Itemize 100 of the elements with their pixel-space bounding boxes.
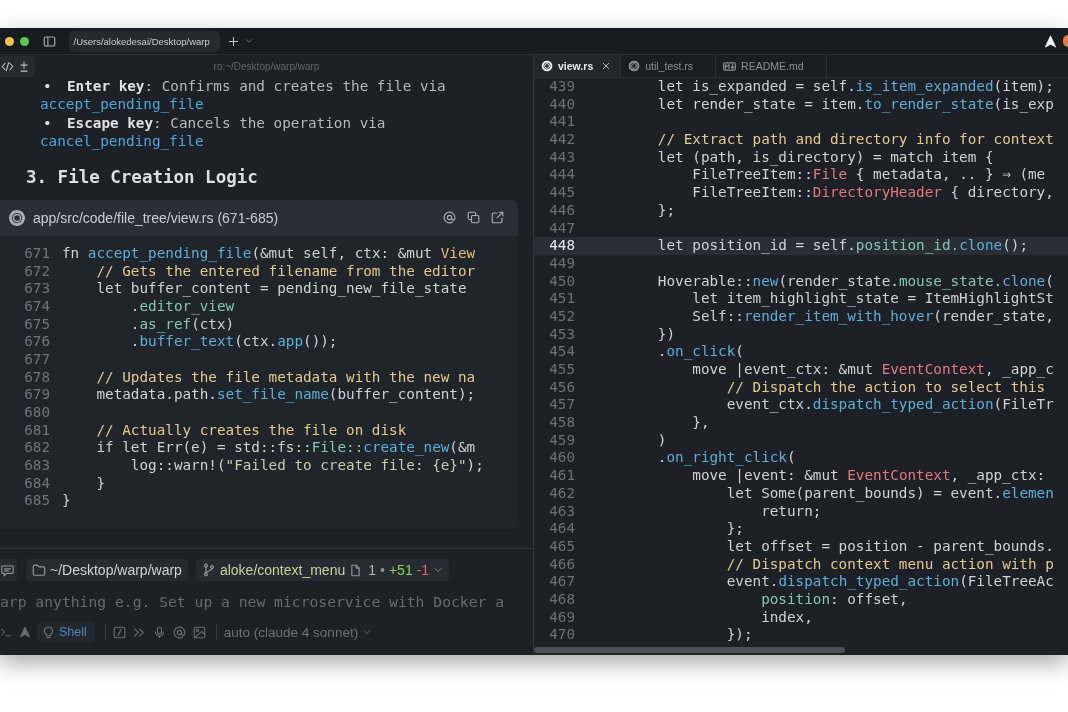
line-number: 450 — [548, 272, 575, 291]
file-path: app/src/code/file_tree/view.rs (671-685) — [33, 209, 279, 226]
line-number: 445 — [548, 184, 575, 202]
line-number: 457 — [548, 396, 575, 415]
line-number: 454 — [548, 343, 575, 361]
code-line: .on_right_click( — [656, 449, 796, 468]
line-number: 451 — [548, 290, 575, 308]
code-line: .buffer_text(ctx.app()); — [129, 333, 338, 351]
code-line: }) — [656, 325, 676, 344]
zoom-icon[interactable] — [19, 36, 29, 46]
sidebar-icon[interactable] — [42, 34, 56, 48]
line-number: 465 — [548, 537, 575, 556]
code-line: let buffer_content = pending_new_file_state — [95, 280, 467, 298]
line-number: 447 — [548, 219, 575, 238]
line-number: 439 — [548, 78, 575, 96]
code-line: // Extract path and directory info for context — [656, 131, 1054, 149]
code-line: .as_ref(ctx) — [129, 315, 235, 334]
line-number: 446 — [548, 201, 575, 220]
line-number: 682 — [23, 439, 50, 458]
code-line: let position_id = self.position_id.clone(); — [656, 237, 1028, 255]
file-icon — [349, 563, 363, 577]
code-line: ) — [656, 431, 667, 450]
line-number: 443 — [548, 148, 575, 167]
external-link-icon[interactable] — [491, 211, 504, 225]
terminal-tab[interactable]: /Users/alokedesai/Desktop/warp — [68, 30, 220, 52]
code-line: FileTreeItem::DirectoryHeader { directory, — [691, 184, 1054, 202]
code-icon[interactable] — [1, 60, 14, 73]
scrollbar[interactable] — [534, 647, 845, 653]
file-tab[interactable]: util_test.rs — [621, 55, 717, 77]
line-number: 442 — [548, 131, 575, 149]
line-number: 683 — [23, 457, 50, 475]
code-line: .editor_view — [129, 297, 235, 316]
code-line: move |event: &mut EventContext, _app_ctx: — [691, 467, 1046, 485]
line-number: 681 — [23, 421, 50, 440]
line-number: 675 — [23, 315, 50, 334]
shell-mode-button[interactable]: Shell — [37, 622, 95, 642]
code-line: let offset = position - parent_bounds. — [725, 537, 1054, 556]
code-line: move |event_ctx: &mut EventContext, _app_c — [691, 361, 1054, 379]
code-line: }; — [725, 520, 744, 538]
avatar-icon[interactable] — [1063, 35, 1068, 47]
code-line: } — [95, 474, 106, 493]
code-line: event.dispatch_typed_action(FileTreeAc — [725, 573, 1054, 591]
line-number: 680 — [23, 404, 50, 422]
code-line: // Actually creates the file on disk — [95, 421, 407, 440]
line-number: 677 — [23, 350, 50, 369]
line-number: 673 — [23, 280, 50, 298]
line-number: 672 — [23, 262, 50, 281]
line-number: 455 — [548, 361, 575, 379]
double-chevron-icon[interactable] — [132, 625, 146, 639]
code-line: position: offset, — [760, 590, 908, 609]
line-number: 464 — [548, 520, 575, 538]
at-sign-icon[interactable] — [172, 625, 186, 639]
line-number: 469 — [548, 608, 575, 627]
plus-icon[interactable] — [227, 35, 239, 47]
line-number: 459 — [548, 431, 575, 450]
line-number: 463 — [548, 502, 575, 521]
line-number: 461 — [548, 467, 575, 485]
line-number: 456 — [548, 378, 575, 397]
line-number: 452 — [548, 307, 575, 326]
line-number: 684 — [23, 474, 50, 493]
code-line: return; — [760, 502, 822, 521]
git-status-chip[interactable]: aloke/context_menu 1 • +51 -1 — [195, 559, 450, 581]
code-line: // Dispatch context menu action with p — [725, 555, 1054, 574]
close-icon[interactable] — [601, 61, 612, 71]
list-item: • Enter key: Confirms and creates the file via accept_pending_file — [40, 78, 447, 114]
line-number: 679 — [23, 386, 50, 404]
lightbulb-icon — [42, 625, 55, 639]
file-tab[interactable]: view.rs — [534, 55, 622, 77]
file-tab[interactable]: README.md — [716, 55, 827, 77]
chat-chip[interactable] — [0, 559, 17, 581]
code-line: .on_click( — [656, 343, 744, 361]
microphone-icon[interactable] — [152, 625, 166, 639]
chevron-icon — [433, 565, 444, 575]
code-line: Self::render_item_with_hover(render_state, — [691, 307, 1054, 326]
section-heading: 3. File Creation Logic — [26, 165, 258, 188]
copy-icon[interactable] — [467, 211, 480, 225]
chevron-icon — [362, 627, 373, 637]
gear-icon — [541, 60, 553, 72]
gear-icon — [628, 60, 641, 72]
chevron-icon[interactable] — [244, 37, 253, 45]
folder-icon — [32, 563, 46, 577]
list-item: • Escape key: Cancels the operation via cancel_pending_file — [40, 115, 387, 151]
line-number: 671 — [23, 244, 50, 263]
code-line: } — [62, 492, 71, 511]
directory-chip[interactable]: ~/Desktop/warp/warp — [26, 559, 188, 581]
plus-minus-icon[interactable] — [18, 60, 30, 73]
at-sign-icon[interactable] — [443, 211, 456, 225]
slash-command-icon[interactable] — [112, 625, 126, 639]
code-line: let Some(parent_bounds) = event.elemen — [725, 484, 1054, 503]
line-number: 674 — [23, 297, 50, 316]
minimize-icon[interactable] — [4, 36, 14, 46]
code-line: // Dispatch the action to select this — [725, 378, 1046, 397]
line-number: 458 — [548, 414, 575, 432]
prompt-input[interactable]: arp anything e.g. Set up a new microservice with Docker a — [0, 592, 528, 610]
line-number: 448 — [548, 237, 575, 255]
code-line: let item_highlight_state = ItemHighlightSt — [691, 290, 1054, 308]
line-number: 685 — [23, 492, 50, 511]
gear-icon — [8, 208, 26, 227]
image-icon[interactable] — [192, 625, 206, 639]
code-line: event_ctx.dispatch_typed_action(FileTr — [725, 396, 1054, 415]
